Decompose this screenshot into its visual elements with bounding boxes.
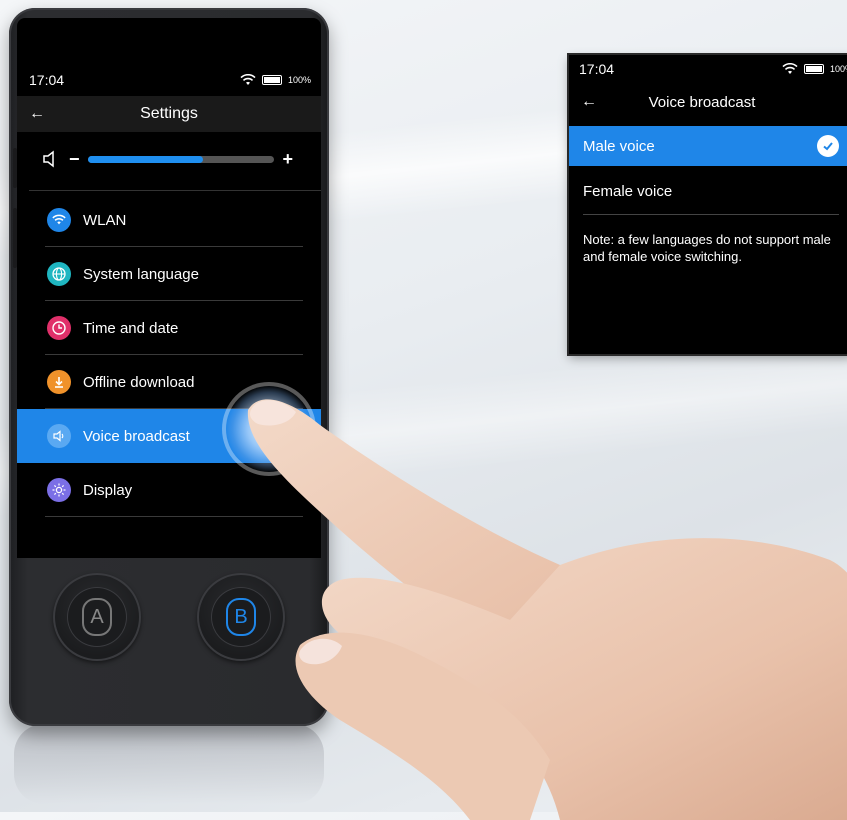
panel-title: Voice broadcast	[648, 93, 756, 111]
button-a[interactable]: A	[53, 573, 141, 661]
battery-icon	[803, 64, 824, 74]
wifi-icon	[47, 208, 71, 232]
menu-item-time-and-date[interactable]: Time and date	[17, 301, 321, 355]
menu-item-label: Voice broadcast	[83, 427, 190, 445]
checkmark-icon	[817, 135, 839, 157]
menu-item-label: WLAN	[83, 211, 127, 229]
menu-item-label: Time and date	[83, 319, 179, 337]
download-icon	[47, 370, 71, 394]
clock-icon	[47, 316, 71, 340]
wifi-icon	[782, 63, 798, 74]
menu-item-system-language[interactable]: System language	[17, 247, 321, 301]
status-time: 17:04	[29, 72, 65, 88]
speaker-icon	[43, 150, 54, 168]
divider	[583, 214, 839, 215]
button-a-label: A	[82, 598, 112, 636]
back-arrow-icon[interactable]: ←	[29, 105, 45, 123]
option-label: Male voice	[583, 137, 655, 155]
brightness-icon	[47, 478, 71, 502]
volume-up-button[interactable]: +	[282, 149, 293, 170]
volume-slider-fill	[87, 155, 204, 163]
option-male-voice[interactable]: Male voice	[569, 126, 847, 166]
option-female-voice[interactable]: Female voice	[569, 171, 847, 211]
option-label: Female voice	[583, 182, 673, 200]
divider	[29, 190, 321, 191]
volume-slider[interactable]	[87, 155, 275, 163]
speaker-icon	[47, 424, 71, 448]
wifi-icon	[240, 74, 256, 85]
volume-down-button[interactable]: −	[69, 149, 80, 170]
battery-icon	[261, 75, 282, 85]
menu-item-wlan[interactable]: WLAN	[17, 193, 321, 247]
voice-broadcast-panel: 17:04 100% ← Voice broadcast Male voice …	[569, 55, 847, 354]
globe-icon	[47, 262, 71, 286]
menu-item-label: System language	[83, 265, 199, 283]
page-title: Settings	[140, 105, 198, 122]
panel-header: ← Voice broadcast	[569, 87, 847, 117]
settings-header: ← Settings	[17, 96, 321, 132]
volume-control: − +	[41, 146, 301, 172]
battery-percentage: 100%	[287, 75, 311, 85]
hand-image	[247, 399, 847, 820]
note-text: Note: a few languages do not support mal…	[583, 232, 831, 264]
status-time: 17:04	[579, 61, 615, 77]
back-arrow-icon[interactable]: ←	[581, 93, 597, 111]
menu-item-label: Display	[83, 481, 133, 499]
menu-item-label: Offline download	[83, 373, 195, 391]
status-bar: 17:04 100%	[579, 61, 847, 77]
status-bar: 17:04 100%	[29, 70, 311, 90]
battery-percentage: 100%	[829, 64, 847, 74]
